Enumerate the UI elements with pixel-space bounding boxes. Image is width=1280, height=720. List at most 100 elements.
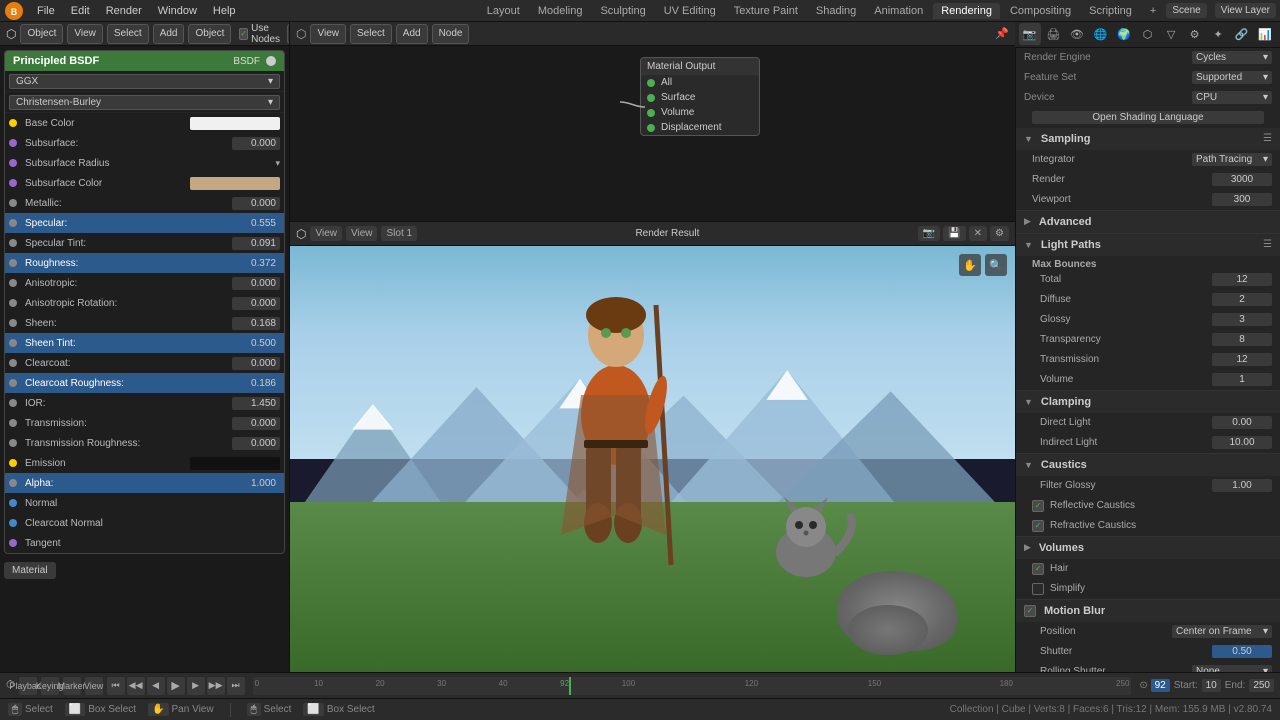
reflective-caustics-checkbox[interactable]: ✓	[1032, 500, 1044, 512]
workspace-sculpting[interactable]: Sculpting	[592, 3, 653, 19]
render-engine-dropdown[interactable]: Cycles▾	[1192, 51, 1272, 64]
prop-icon-particles[interactable]: ✦	[1207, 23, 1229, 45]
use-nodes-checkbox[interactable]: ✓	[239, 28, 248, 40]
keying-btn[interactable]: Keying	[41, 677, 59, 695]
workspace-texture-paint[interactable]: Texture Paint	[726, 3, 806, 19]
prop-icon-world[interactable]: 🌍	[1113, 23, 1135, 45]
main-viewport[interactable]: ✋ 🔍	[290, 246, 1015, 672]
bsdf-header[interactable]: Principled BSDF BSDF	[5, 51, 284, 71]
direct-light-value[interactable]: 0.00	[1212, 416, 1272, 429]
mat-output-header[interactable]: Material Output	[641, 58, 759, 75]
prop-icon-material[interactable]: ⚙	[1184, 23, 1206, 45]
filter-glossy-value[interactable]: 1.00	[1212, 479, 1272, 492]
feature-set-dropdown[interactable]: Supported▾	[1192, 71, 1272, 84]
caustics-header[interactable]: ▼ Caustics	[1016, 454, 1280, 476]
render-icon-save[interactable]: 💾	[943, 226, 965, 241]
viewport-view2-btn[interactable]: View	[346, 226, 378, 241]
sampling-header[interactable]: ▼ Sampling ☰	[1016, 128, 1280, 150]
volumes-header[interactable]: ▶ Volumes	[1016, 537, 1280, 559]
menu-file[interactable]: File	[30, 3, 62, 19]
prev-keyframe-btn[interactable]: ◀	[147, 677, 165, 695]
scene-selector[interactable]: Scene	[1166, 3, 1206, 18]
motion-blur-checkbox[interactable]: ✓	[1024, 605, 1036, 617]
workspace-uv-editing[interactable]: UV Editing	[656, 3, 724, 19]
hair-checkbox[interactable]: ✓	[1032, 563, 1044, 575]
render-icon-camera[interactable]: 📷	[918, 226, 940, 241]
diffuse-bounces-value[interactable]: 2	[1212, 293, 1272, 306]
indirect-light-value[interactable]: 10.00	[1212, 436, 1272, 449]
viewport-hand-icon[interactable]: ✋	[959, 254, 981, 276]
playback-btn[interactable]: Playback	[19, 677, 37, 695]
node-view-btn[interactable]: View	[310, 24, 346, 44]
viewport-zoom-icon[interactable]: 🔍	[985, 254, 1007, 276]
timeline-track[interactable]: 0 10 20 30 40 92 100 120 150 180 250	[253, 677, 1132, 695]
node-add-btn[interactable]: Add	[396, 24, 428, 44]
viewport-samples-value[interactable]: 300	[1212, 193, 1272, 206]
total-bounces-value[interactable]: 12	[1212, 273, 1272, 286]
motion-blur-header[interactable]: ✓ Motion Blur	[1016, 600, 1280, 622]
shutter-value[interactable]: 0.50	[1212, 645, 1272, 658]
glossy-bounces-value[interactable]: 3	[1212, 313, 1272, 326]
workspace-scripting[interactable]: Scripting	[1081, 3, 1140, 19]
skip-end-btn[interactable]: ⏭	[227, 677, 245, 695]
prop-icon-view[interactable]: 👁	[1066, 23, 1088, 45]
prev-frame-btn[interactable]: ◀◀	[127, 677, 145, 695]
render-samples-value[interactable]: 3000	[1212, 173, 1272, 186]
workspace-modeling[interactable]: Modeling	[530, 3, 591, 19]
prop-icon-data[interactable]: 📊	[1254, 23, 1276, 45]
workspace-rendering[interactable]: Rendering	[933, 3, 1000, 19]
menu-edit[interactable]: Edit	[64, 3, 97, 19]
ggx-dropdown[interactable]: GGX▾	[9, 74, 280, 89]
material-tab[interactable]: Material	[4, 562, 56, 579]
select-btn[interactable]: Select	[107, 24, 149, 44]
workspace-shading[interactable]: Shading	[808, 3, 864, 19]
workspace-compositing[interactable]: Compositing	[1002, 3, 1079, 19]
christensen-dropdown[interactable]: Christensen-Burley▾	[9, 95, 280, 110]
next-keyframe-btn[interactable]: ▶	[187, 677, 205, 695]
volume-bounces-value[interactable]: 1	[1212, 373, 1272, 386]
transparency-bounces-value[interactable]: 8	[1212, 333, 1272, 346]
view-layer-selector[interactable]: View Layer	[1215, 3, 1276, 18]
marker-btn[interactable]: Marker	[63, 677, 81, 695]
view-btn[interactable]: View	[67, 24, 103, 44]
prop-icon-mesh[interactable]: ▽	[1160, 23, 1182, 45]
simplify-checkbox[interactable]: ✓	[1032, 583, 1044, 595]
prop-icon-object[interactable]: ⬡	[1137, 23, 1159, 45]
play-btn[interactable]: ▶	[167, 677, 185, 695]
add-workspace-button[interactable]: +	[1142, 3, 1164, 19]
next-frame-btn[interactable]: ▶▶	[207, 677, 225, 695]
transmission-bounces-value[interactable]: 12	[1212, 353, 1272, 366]
integrator-dropdown[interactable]: Path Tracing▾	[1192, 153, 1272, 166]
prop-icon-output[interactable]: 🖨	[1043, 23, 1065, 45]
open-shading-btn[interactable]: Open Shading Language	[1032, 111, 1264, 124]
end-frame-value[interactable]: 250	[1249, 679, 1274, 692]
refractive-caustics-checkbox[interactable]: ✓	[1032, 520, 1044, 532]
prop-icon-constraints[interactable]: 🔗	[1231, 23, 1253, 45]
clamping-header[interactable]: ▼ Clamping	[1016, 391, 1280, 413]
workspace-animation[interactable]: Animation	[866, 3, 931, 19]
position-dropdown[interactable]: Center on Frame▾	[1172, 625, 1272, 638]
prop-icon-render[interactable]: 📷	[1019, 23, 1041, 45]
advanced-header[interactable]: ▶ Advanced	[1016, 211, 1280, 233]
timeline-view-btn[interactable]: View	[85, 677, 103, 695]
start-frame-value[interactable]: 10	[1202, 679, 1221, 692]
object-mode-btn[interactable]: Object	[20, 24, 63, 44]
device-dropdown[interactable]: CPU▾	[1192, 91, 1272, 104]
node-select-btn[interactable]: Select	[350, 24, 392, 44]
viewport-slot-btn[interactable]: Slot 1	[381, 226, 417, 241]
light-paths-header[interactable]: ▼ Light Paths ☰	[1016, 234, 1280, 256]
rolling-shutter-dropdown[interactable]: None▾	[1192, 665, 1272, 672]
workspace-layout[interactable]: Layout	[479, 3, 528, 19]
viewport-view-btn[interactable]: View	[310, 226, 342, 241]
prop-icon-scene[interactable]: 🌐	[1090, 23, 1112, 45]
menu-window[interactable]: Window	[151, 3, 204, 19]
node-obj-btn[interactable]: Object	[188, 24, 231, 44]
prop-subsurface-radius[interactable]: Subsurface Radius ▾	[5, 153, 284, 173]
menu-help[interactable]: Help	[206, 3, 243, 19]
node-material-btn[interactable]: Node	[432, 24, 470, 44]
render-icon-close[interactable]: ✕	[969, 226, 987, 241]
skip-start-btn[interactable]: ⏮	[107, 677, 125, 695]
menu-render[interactable]: Render	[99, 3, 149, 19]
add-btn[interactable]: Add	[153, 24, 185, 44]
node-pin2-icon[interactable]: 📌	[995, 27, 1009, 40]
